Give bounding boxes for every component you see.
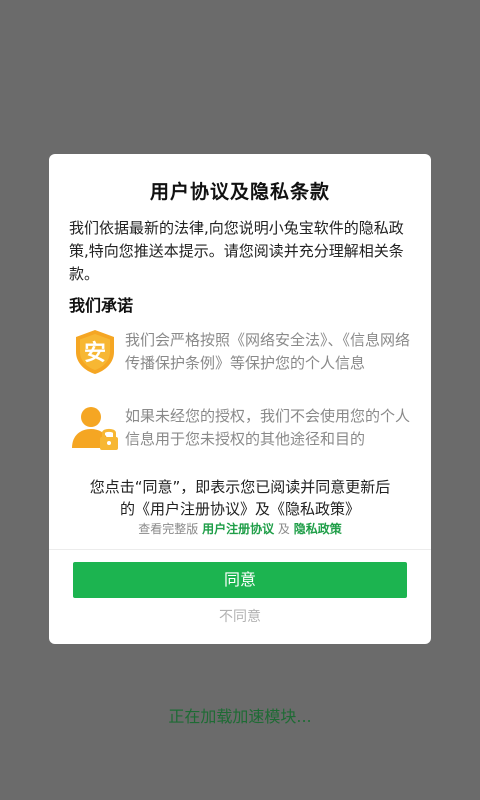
agree-button[interactable]: 同意	[73, 562, 407, 598]
view-full-prefix: 查看完整版	[138, 522, 199, 536]
user-agreement-link[interactable]: 用户注册协议	[202, 522, 274, 536]
consent-notice: 您点击“同意”，即表示您已阅读并同意更新后 的《用户注册协议》及《隐私政策》	[49, 476, 431, 520]
promise-item-security: 安 我们会严格按照《网络安全法》、《信息网络传播保护条例》等保护您的个人信息	[69, 326, 413, 378]
promise-text-authorization: 如果未经您的授权，我们不会使用您的个人信息用于您未授权的其他途径和目的	[125, 407, 411, 448]
promise-text-security: 我们会严格按照《网络安全法》、《信息网络传播保护条例》等保护您的个人信息	[125, 331, 411, 372]
privacy-policy-link[interactable]: 隐私政策	[294, 522, 342, 536]
view-full-and: 及	[277, 522, 290, 536]
divider	[49, 549, 431, 550]
promise-heading: 我们承诺	[69, 296, 134, 315]
promise-item-authorization: 如果未经您的授权，我们不会使用您的个人信息用于您未授权的其他途径和目的	[69, 402, 413, 454]
dialog-title: 用户协议及隐私条款	[149, 181, 330, 203]
disagree-button[interactable]: 不同意	[49, 606, 431, 626]
intro-text: 我们依据最新的法律,向您说明小兔宝软件的隐私政策,特向您推送本提示。请您阅读并充…	[69, 219, 404, 283]
privacy-dialog: 用户协议及隐私条款 我们依据最新的法律,向您说明小兔宝软件的隐私政策,特向您推送…	[49, 154, 431, 644]
consent-notice-line2: 的《用户注册协议》及《隐私政策》	[119, 500, 360, 518]
svg-text:安: 安	[84, 340, 106, 366]
consent-notice-line1: 您点击“同意”，即表示您已阅读并同意更新后	[89, 478, 391, 496]
view-full-terms: 查看完整版 用户注册协议 及 隐私政策	[49, 520, 431, 537]
user-lock-icon	[72, 407, 118, 450]
loading-status: 正在加载加速模块...	[168, 707, 312, 726]
shield-icon: 安	[76, 330, 114, 374]
